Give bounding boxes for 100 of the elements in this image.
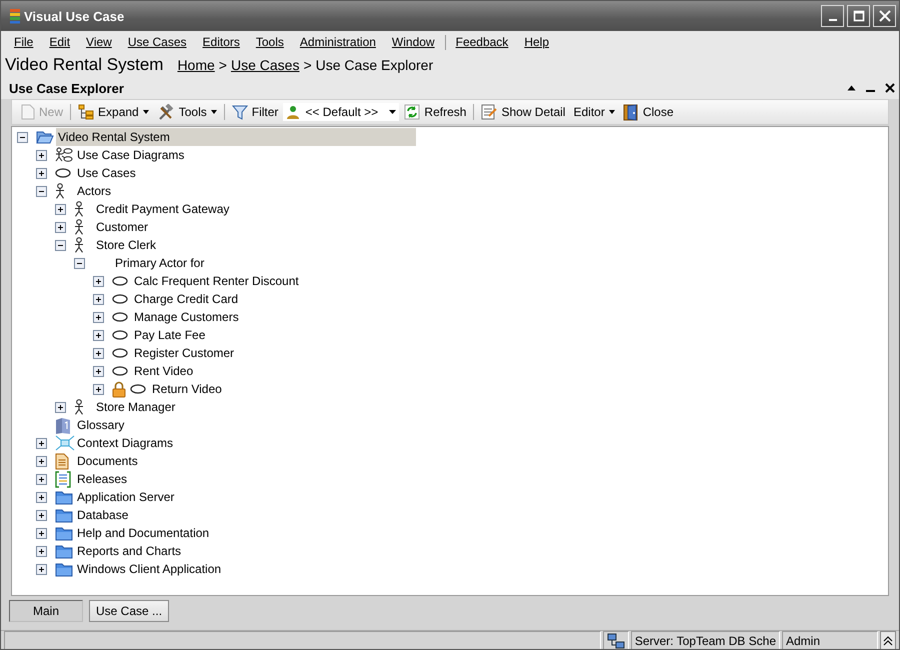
close-button[interactable]	[873, 5, 896, 27]
tree-item[interactable]: Help and Documentation	[75, 524, 212, 542]
expand-toggle[interactable]	[36, 150, 47, 160]
tree-item[interactable]: Rent Video	[132, 362, 196, 380]
scroll-up-button[interactable]	[880, 631, 896, 649]
collapse-toggle[interactable]	[55, 240, 66, 250]
close-icon[interactable]	[885, 83, 895, 93]
document-icon	[55, 452, 69, 470]
dropdown-button[interactable]: Expand	[75, 102, 152, 122]
tree-item[interactable]: Use Case Diagrams	[75, 146, 186, 164]
caret-icon	[389, 110, 396, 114]
tree-item[interactable]: Glossary	[75, 416, 126, 434]
toolbar-button[interactable]: Show Detail	[478, 102, 568, 122]
expand-toggle[interactable]	[93, 348, 104, 358]
bracket-list-icon	[55, 470, 71, 488]
context-diagram-icon	[55, 435, 75, 451]
window-tab[interactable]: Use Case ...	[89, 600, 170, 622]
menu-item[interactable]: Feedback	[448, 35, 516, 49]
expand-toggle[interactable]	[93, 366, 104, 376]
minimize-icon[interactable]	[866, 90, 875, 92]
user-status: Admin	[782, 631, 878, 649]
expand-toggle[interactable]	[55, 402, 66, 412]
menu-item[interactable]: View	[78, 35, 120, 49]
expand-toggle[interactable]	[36, 546, 47, 556]
tree-item[interactable]: Windows Client Application	[75, 560, 224, 578]
tree-item[interactable]: Releases	[75, 470, 130, 488]
stick-figure-icon	[55, 183, 65, 199]
door-icon	[622, 104, 639, 120]
tree-item[interactable]: Calc Frequent Renter Discount	[132, 272, 301, 290]
tree-item[interactable]: Store Manager	[94, 398, 178, 416]
ellipse-icon	[130, 384, 146, 394]
stick-figure-icon	[74, 201, 84, 217]
caret-icon	[142, 110, 149, 114]
menu-item[interactable]: Help	[516, 35, 557, 49]
tree-item[interactable]: Pay Late Fee	[132, 326, 208, 344]
stick-figure-icon	[74, 219, 84, 235]
tree-item[interactable]: Credit Payment Gateway	[94, 200, 232, 218]
expand-toggle[interactable]	[36, 438, 47, 448]
ellipse-icon	[112, 312, 128, 322]
tree-item[interactable]: Return Video	[150, 380, 224, 398]
menu-item[interactable]: Use Cases	[120, 35, 195, 49]
ellipse-icon	[112, 330, 128, 340]
tree-item[interactable]: Video Rental System	[56, 128, 416, 146]
tree-item[interactable]: Actors	[75, 182, 114, 200]
maximize-icon	[852, 10, 864, 22]
ellipse-icon	[55, 168, 71, 178]
window-tab[interactable]: Main	[9, 600, 83, 622]
tree-item[interactable]: Reports and Charts	[75, 542, 184, 560]
expand-toggle[interactable]	[93, 294, 104, 304]
folder-icon	[55, 562, 73, 576]
filter-dropdown[interactable]: << Default >>	[283, 103, 400, 121]
expand-toggle[interactable]	[36, 510, 47, 520]
collapse-toggle[interactable]	[17, 132, 28, 142]
expand-toggle[interactable]	[36, 528, 47, 538]
breadcrumb-separator: >	[218, 57, 227, 73]
maximize-button[interactable]	[847, 5, 870, 27]
expand-toggle[interactable]	[93, 384, 104, 394]
tree-item[interactable]: Application Server	[75, 488, 176, 506]
tree-item[interactable]: Context Diagrams	[75, 434, 176, 452]
expand-toggle[interactable]	[55, 222, 66, 232]
tree-item[interactable]: Primary Actor for	[113, 254, 206, 272]
tree-item[interactable]: Charge Credit Card	[132, 290, 240, 308]
menu-item[interactable]: Window	[384, 35, 443, 49]
breadcrumb-link[interactable]: Use Cases	[230, 57, 300, 73]
toolbar-button[interactable]: Refresh	[401, 102, 470, 122]
expand-toggle[interactable]	[36, 474, 47, 484]
tree-item[interactable]: Manage Customers	[132, 308, 241, 326]
dropdown-button[interactable]: Tools	[154, 102, 220, 122]
expand-toggle[interactable]	[36, 492, 47, 502]
tree-item[interactable]: Database	[75, 506, 130, 524]
tree-item[interactable]: Use Cases	[75, 164, 138, 182]
toolbar-button[interactable]: Close	[620, 102, 677, 122]
minimize-button[interactable]	[821, 5, 844, 27]
expand-toggle[interactable]	[93, 276, 104, 286]
expand-toggle[interactable]	[36, 168, 47, 178]
collapse-icon[interactable]	[847, 85, 856, 91]
tree-list-icon	[78, 104, 94, 120]
tree-item[interactable]: Documents	[75, 452, 140, 470]
dropdown-button[interactable]: Editor	[570, 102, 618, 122]
tree-item[interactable]: Customer	[94, 218, 150, 236]
menu-item[interactable]: Edit	[41, 35, 78, 49]
toolbar-button[interactable]: Filter	[228, 102, 282, 122]
stacked-disks-icon	[9, 8, 21, 24]
menu-item[interactable]: Editors	[194, 35, 248, 49]
expand-toggle[interactable]	[93, 330, 104, 340]
tree-item[interactable]: Register Customer	[132, 344, 236, 362]
book-icon	[55, 416, 71, 434]
collapse-toggle[interactable]	[36, 186, 47, 196]
expand-toggle[interactable]	[93, 312, 104, 322]
menu-item[interactable]: Administration	[292, 35, 384, 49]
menu-item[interactable]: Tools	[248, 35, 292, 49]
expand-toggle[interactable]	[55, 204, 66, 214]
ellipse-icon	[112, 348, 128, 358]
collapse-toggle[interactable]	[74, 258, 85, 268]
expand-toggle[interactable]	[36, 456, 47, 466]
menu-item[interactable]: File	[6, 35, 42, 49]
breadcrumb-link[interactable]: Home	[177, 57, 215, 73]
caret-icon	[608, 110, 615, 114]
tree-item[interactable]: Store Clerk	[94, 236, 158, 254]
expand-toggle[interactable]	[36, 564, 47, 574]
